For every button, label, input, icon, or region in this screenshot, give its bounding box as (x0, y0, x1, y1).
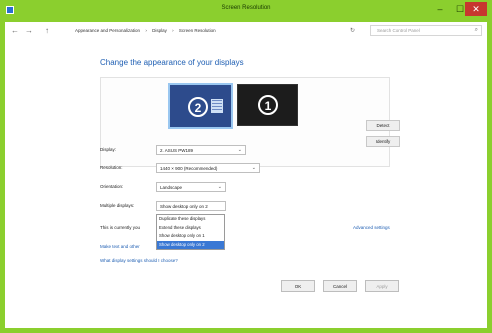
orientation-label: Orientation: (100, 184, 124, 189)
option-extend[interactable]: Extend these displays (157, 224, 224, 233)
minimize-button[interactable]: – (430, 2, 450, 16)
multiple-displays-dropdown[interactable]: Duplicate these displays Extend these di… (156, 214, 225, 250)
search-placeholder: Search Control Panel (377, 28, 420, 33)
make-text-link[interactable]: Make text and other (100, 244, 140, 249)
orientation-select[interactable]: Landscape ⌄ (156, 182, 226, 192)
title-bar[interactable]: Screen Resolution – ☐ ✕ (0, 0, 492, 22)
display-value: 2. ASUS PW189 (160, 148, 194, 153)
multiple-displays-label: Multiple displays: (100, 203, 135, 208)
chevron-down-icon: ⌄ (237, 147, 242, 153)
close-button[interactable]: ✕ (465, 2, 487, 16)
window: Screen Resolution – ☐ ✕ ← → ↑ Appearance… (0, 0, 492, 333)
monitor-2[interactable]: 2 (168, 83, 233, 129)
monitor-number: 1 (258, 95, 278, 115)
display-label: Display: (100, 147, 117, 152)
resolution-label: Resolution: (100, 165, 123, 170)
cancel-button[interactable]: Cancel (323, 280, 357, 292)
monitor-1[interactable]: 1 (237, 84, 298, 126)
display-settings-help-link[interactable]: What display settings should I choose? (100, 258, 178, 263)
address-bar: ← → ↑ Appearance and Personalization › D… (5, 22, 487, 40)
ok-button[interactable]: OK (281, 280, 315, 292)
forward-icon[interactable]: → (25, 25, 33, 37)
monitor-number: 2 (188, 97, 208, 117)
breadcrumb-separator: › (145, 28, 147, 33)
option-duplicate[interactable]: Duplicate these displays (157, 215, 224, 224)
multiple-displays-value: Show desktop only on 2 (160, 204, 208, 209)
chevron-down-icon: ⌄ (251, 165, 256, 171)
current-display-text: This is currently you (100, 225, 141, 230)
breadcrumb-display[interactable]: Display (152, 28, 167, 33)
option-show-only-2[interactable]: Show desktop only on 2 (157, 240, 224, 249)
window-title: Screen Resolution (221, 5, 271, 11)
breadcrumb-separator: › (172, 28, 174, 33)
page-title: Change the appearance of your displays (100, 58, 244, 67)
search-input[interactable]: Search Control Panel ⌕ (370, 25, 482, 36)
search-icon[interactable]: ⌕ (475, 27, 478, 34)
orientation-value: Landscape (160, 185, 183, 190)
breadcrumb-appearance[interactable]: Appearance and Personalization (75, 28, 140, 33)
advanced-settings-link[interactable]: Advanced settings (353, 225, 390, 230)
refresh-icon[interactable]: ↻ (350, 27, 355, 34)
breadcrumb-screen-resolution[interactable]: Screen Resolution (179, 28, 216, 33)
multiple-displays-select[interactable]: Show desktop only on 2 (156, 201, 226, 211)
resolution-value: 1440 × 900 (Recommended) (160, 166, 218, 171)
up-icon[interactable]: ↑ (45, 25, 49, 37)
detect-button[interactable]: Detect (366, 120, 400, 131)
back-icon[interactable]: ← (11, 25, 19, 37)
apply-button[interactable]: Apply (365, 280, 399, 292)
resolution-select[interactable]: 1440 × 900 (Recommended) ⌄ (156, 163, 260, 173)
identify-button[interactable]: Identify (366, 136, 400, 147)
grid-icon (211, 99, 223, 113)
breadcrumb[interactable]: Appearance and Personalization › Display… (75, 28, 220, 33)
main-content: Change the appearance of your displays 2… (5, 40, 487, 328)
option-show-only-1[interactable]: Show desktop only on 1 (157, 232, 224, 241)
display-select[interactable]: 2. ASUS PW189 ⌄ (156, 145, 246, 155)
chevron-down-icon: ⌄ (217, 184, 222, 190)
